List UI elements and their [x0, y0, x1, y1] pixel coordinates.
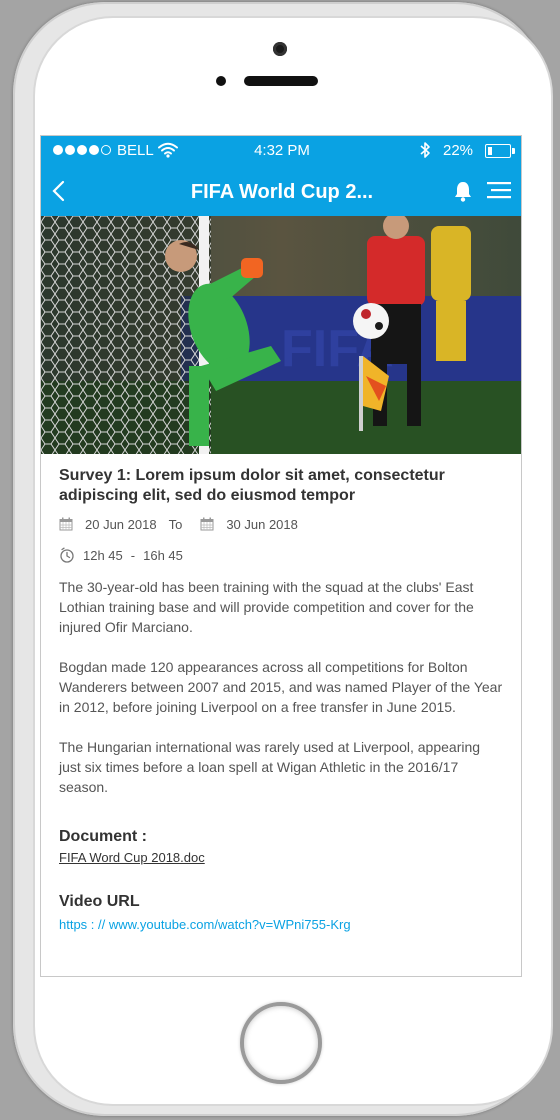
navigation-bar: FIFA World Cup 2... [41, 166, 521, 216]
time-range: 12h 45 - 16h 45 [59, 547, 505, 563]
end-date: 30 Jun 2018 [226, 516, 298, 532]
bluetooth-icon [420, 142, 430, 158]
hero-image: FIFA [41, 216, 521, 454]
earpiece-speaker [244, 76, 318, 86]
article-paragraph: Bogdan made 120 appearances across all c… [59, 659, 503, 715]
calendar-icon [200, 517, 214, 531]
bell-icon[interactable] [453, 180, 473, 202]
date-range: 20 Jun 2018 To 30 Jun 2018 [59, 516, 505, 532]
start-time: 12h 45 [83, 547, 123, 563]
status-bar: BELL 4:32 PM 22% [41, 136, 521, 166]
article-paragraph: The 30-year-old has been training with t… [59, 579, 474, 635]
battery-icon [485, 144, 515, 158]
start-date: 20 Jun 2018 [85, 516, 157, 532]
timer-icon [60, 547, 74, 563]
survey-title: Survey 1: Lorem ipsum dolor sit amet, co… [59, 467, 445, 504]
battery-percent: 22% [443, 142, 474, 159]
video-url-link[interactable]: https : // www.youtube.com/watch?v=WPni7… [59, 917, 505, 932]
home-button[interactable] [240, 1002, 322, 1084]
battery-level [488, 147, 492, 155]
calendar-icon [59, 517, 73, 531]
document-label: Document : [59, 828, 147, 845]
end-time: 16h 45 [143, 547, 183, 563]
article-content: Survey 1: Lorem ipsum dolor sit amet, co… [59, 466, 505, 932]
page-title: FIFA World Cup 2... [190, 181, 374, 203]
hamburger-menu-icon[interactable] [487, 181, 511, 199]
proximity-sensor [216, 76, 226, 86]
to-label: To [168, 516, 183, 532]
document-link[interactable]: FIFA Word Cup 2018.doc [59, 850, 205, 865]
video-url-label: Video URL [59, 893, 140, 910]
app-screen: BELL 4:32 PM 22% FIFA World Cup 2... FIF… [40, 135, 522, 977]
front-camera [273, 42, 287, 56]
article-paragraph: The Hungarian international was rarely u… [59, 739, 481, 795]
time-separator: - [130, 547, 136, 563]
